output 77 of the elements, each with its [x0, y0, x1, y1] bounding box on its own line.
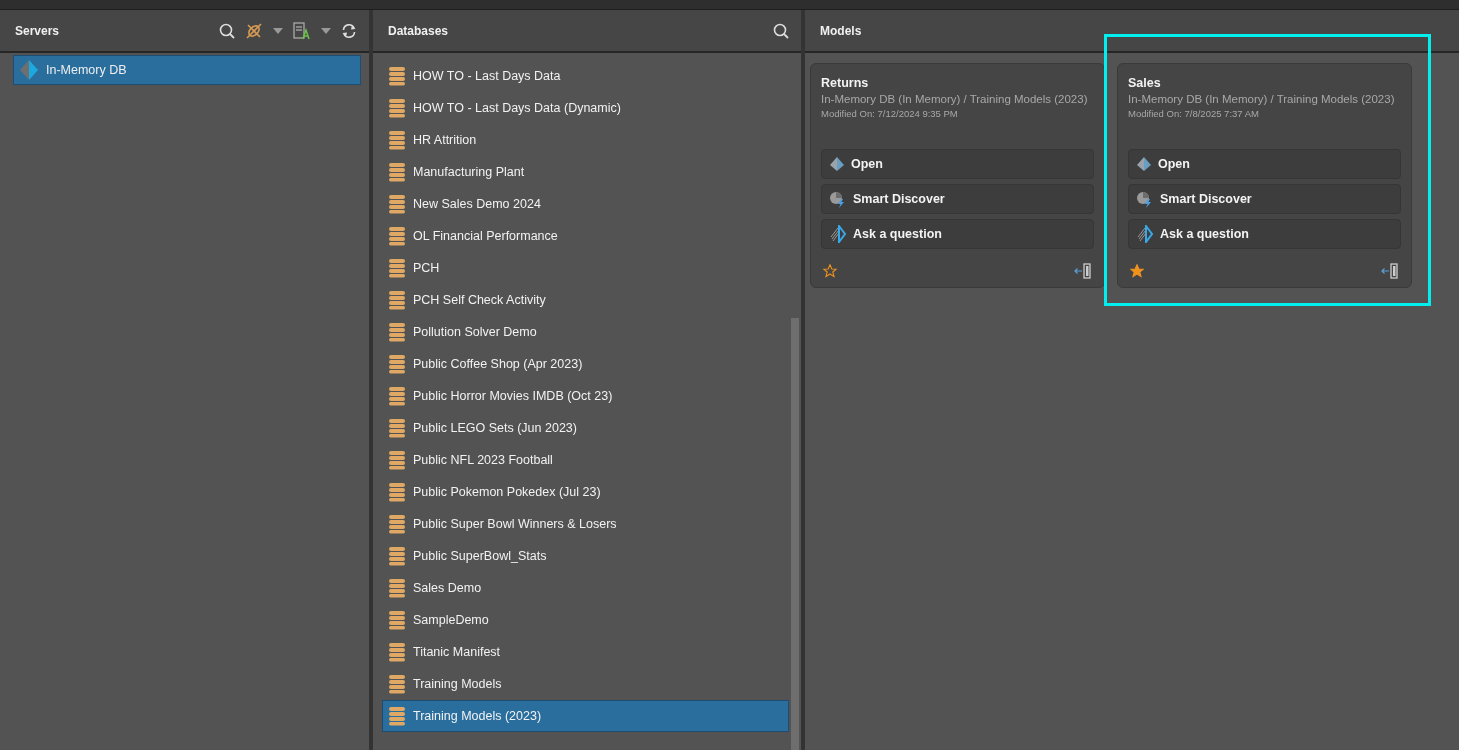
database-item[interactable]: Public NFL 2023 Football	[382, 444, 789, 476]
modified-date: Modified On: 7/12/2024 9:35 PM	[821, 108, 959, 119]
database-icon	[388, 578, 406, 598]
database-item[interactable]: Public Coffee Shop (Apr 2023)	[382, 348, 789, 380]
database-item[interactable]: PCH Self Check Activity	[382, 284, 789, 316]
database-icon	[388, 514, 406, 534]
model-name: Returns	[821, 76, 870, 90]
diamond-icon	[18, 60, 40, 80]
database-item[interactable]: Sales Demo	[382, 572, 789, 604]
caret-icon[interactable]	[321, 27, 331, 34]
database-item[interactable]: Training Models	[382, 668, 789, 700]
database-item[interactable]: Training Models (2023)	[382, 700, 789, 732]
pyramid-icon	[829, 156, 845, 172]
exit-door-icon[interactable]	[1381, 263, 1399, 279]
prism-icon	[1136, 225, 1154, 243]
chart-bolt-icon	[1136, 190, 1154, 208]
star-icon[interactable]	[1130, 264, 1144, 278]
panel-title: Servers	[15, 23, 60, 38]
database-item[interactable]: PCH	[382, 252, 789, 284]
caret-icon[interactable]	[273, 27, 283, 34]
database-item[interactable]: OL Financial Performance	[382, 220, 789, 252]
database-icon	[388, 258, 406, 278]
star-icon[interactable]	[823, 264, 837, 278]
database-item[interactable]: HOW TO - Last Days Data	[382, 60, 789, 92]
database-item[interactable]: Pollution Solver Demo	[382, 316, 789, 348]
document-letter-icon[interactable]	[293, 21, 311, 40]
database-item[interactable]: Titanic Manifest	[382, 636, 789, 668]
database-icon	[388, 226, 406, 246]
database-icon	[388, 450, 406, 470]
search-icon[interactable]	[219, 22, 235, 39]
database-icon	[388, 674, 406, 694]
action-button[interactable]: Open	[1128, 149, 1401, 179]
action-button[interactable]: Open	[821, 149, 1094, 179]
search-icon[interactable]	[773, 22, 789, 39]
action-button[interactable]: Ask a question	[821, 219, 1094, 249]
database-icon	[388, 98, 406, 118]
database-icon	[388, 610, 406, 630]
database-item[interactable]: Public SuperBowl_Stats	[382, 540, 789, 572]
database-icon	[388, 354, 406, 374]
database-icon	[388, 130, 406, 150]
plug-icon[interactable]	[245, 21, 263, 40]
action-button[interactable]: Smart Discover	[1128, 184, 1401, 214]
database-item[interactable]: New Sales Demo 2024	[382, 188, 789, 220]
database-item[interactable]: Public Super Bowl Winners & Losers	[382, 508, 789, 540]
database-item[interactable]: Public Horror Movies IMDB (Oct 23)	[382, 380, 789, 412]
database-icon	[388, 194, 406, 214]
database-icon	[388, 386, 406, 406]
chart-bolt-icon	[829, 190, 847, 208]
prism-icon	[829, 225, 847, 243]
pyramid-icon	[1136, 156, 1152, 172]
database-icon	[388, 706, 406, 726]
database-item[interactable]: Public LEGO Sets (Jun 2023)	[382, 412, 789, 444]
database-icon	[388, 482, 406, 502]
panel-title: Databases	[388, 23, 449, 38]
action-button[interactable]: Smart Discover	[821, 184, 1094, 214]
database-item[interactable]: Public Pokemon Pokedex (Jul 23)	[382, 476, 789, 508]
database-icon	[388, 546, 406, 566]
server-item[interactable]: In-Memory DB	[13, 55, 361, 85]
database-item[interactable]: HR Attrition	[382, 124, 789, 156]
database-item[interactable]: Manufacturing Plant	[382, 156, 789, 188]
modified-date: Modified On: 7/8/2025 7:37 AM	[1128, 108, 1260, 119]
database-icon	[388, 322, 406, 342]
database-item[interactable]: HOW TO - Last Days Data (Dynamic)	[382, 92, 789, 124]
refresh-icon[interactable]	[341, 22, 357, 39]
database-item[interactable]: SampleDemo	[382, 604, 789, 636]
database-icon	[388, 418, 406, 438]
database-icon	[388, 642, 406, 662]
action-button[interactable]: Ask a question	[1128, 219, 1401, 249]
database-icon	[388, 66, 406, 86]
database-icon	[388, 290, 406, 310]
database-icon	[388, 162, 406, 182]
scrollbar-thumb[interactable]	[791, 318, 799, 750]
model-path: In-Memory DB (In Memory) / Training Models (2023)	[821, 93, 1089, 105]
model-path: In-Memory DB (In Memory) / Training Models (2023)	[1128, 93, 1396, 105]
panel-title: Models	[820, 23, 862, 38]
exit-door-icon[interactable]	[1074, 263, 1092, 279]
model-name: Sales	[1128, 76, 1162, 90]
